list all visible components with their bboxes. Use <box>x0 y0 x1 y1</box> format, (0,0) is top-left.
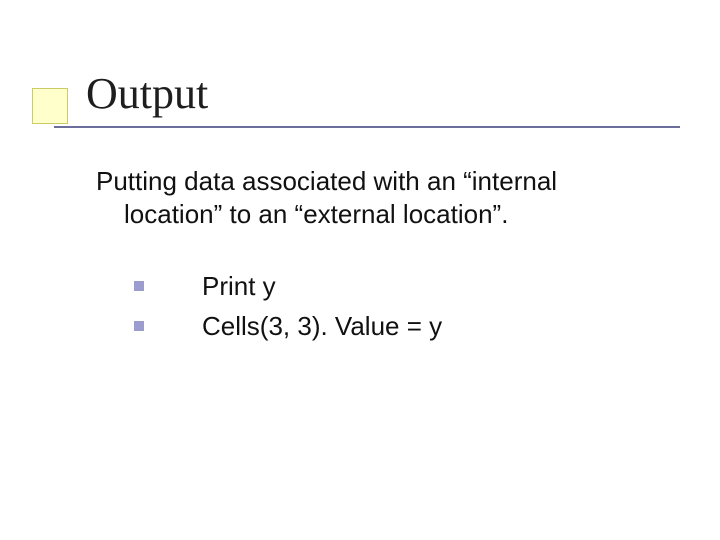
bullet-list: Print y Cells(3, 3). Value = y <box>96 270 656 344</box>
accent-square-icon <box>32 88 68 124</box>
slide: Output Putting data associated with an “… <box>0 0 720 540</box>
slide-body: Putting data associated with an “interna… <box>96 165 656 350</box>
title-underline <box>54 126 680 128</box>
list-item-label: Print y <box>202 271 276 301</box>
slide-title: Output <box>86 68 208 119</box>
square-bullet-icon <box>134 321 144 331</box>
paragraph-line: Putting data associated with an “interna… <box>96 165 656 198</box>
list-item: Cells(3, 3). Value = y <box>116 310 656 344</box>
body-paragraph: Putting data associated with an “interna… <box>96 165 656 230</box>
list-item: Print y <box>116 270 656 304</box>
square-bullet-icon <box>134 281 144 291</box>
paragraph-line: location” to an “external location”. <box>96 198 656 231</box>
list-item-label: Cells(3, 3). Value = y <box>202 311 442 341</box>
